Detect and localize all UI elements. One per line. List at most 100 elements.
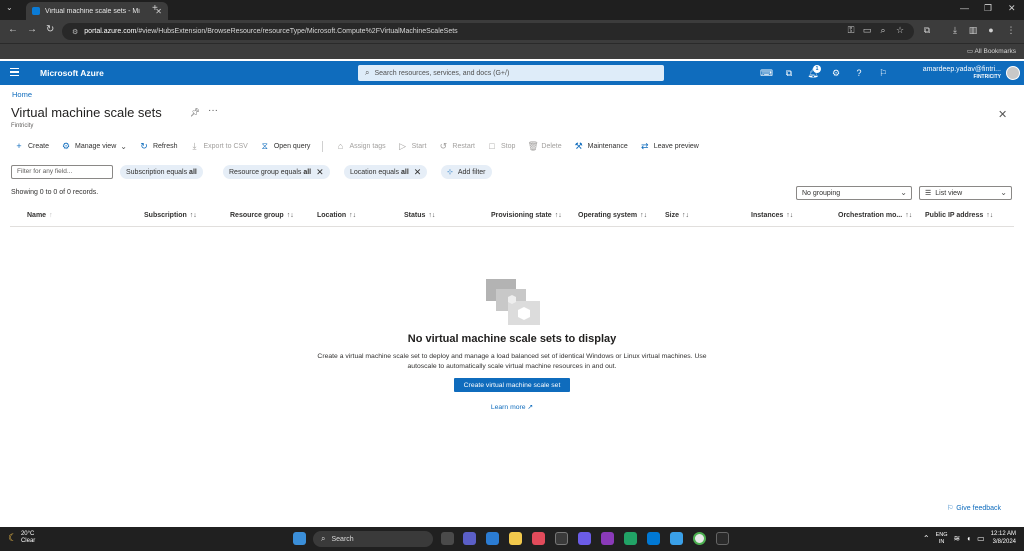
export-csv-button[interactable]: ⤓ Export to CSV [189, 141, 247, 152]
battery-icon[interactable]: ▭ [977, 534, 985, 543]
side-panel-icon[interactable]: ▥ [968, 25, 978, 35]
account-info[interactable]: amardeep.yadav@fintri... FINTRICITY [923, 66, 1001, 80]
pycharm-icon[interactable] [624, 532, 637, 545]
app-icon[interactable] [670, 532, 683, 545]
open-query-button[interactable]: ⧖ Open query [260, 141, 311, 152]
command-bar: + Create ⚙ Manage view ⌄ ↻ Refresh ⤓ Export t… [14, 140, 711, 152]
new-tab-icon[interactable]: + [152, 3, 158, 14]
weather-widget[interactable]: ☾ 20°C Clear [8, 531, 35, 545]
view-dropdown[interactable]: ☰ List view ⌄ [919, 186, 1012, 200]
all-bookmarks[interactable]: ▭ All Bookmarks [967, 47, 1016, 55]
more-options-icon[interactable]: ··· [208, 105, 218, 116]
column-header[interactable]: Location ↑↓ [317, 212, 356, 219]
breadcrumb-home[interactable]: Home [12, 90, 32, 99]
pin-icon[interactable]: 📌︎ [190, 108, 200, 117]
filter-pill-label: Subscription equals all [126, 168, 197, 176]
create-scale-set-button[interactable]: Create virtual machine scale set [454, 378, 570, 392]
grouping-dropdown[interactable]: No grouping ⌄ [796, 186, 912, 200]
app-icon[interactable] [532, 532, 545, 545]
filter-input[interactable]: Filter for any field... [11, 165, 113, 179]
column-header[interactable]: Operating system ↑↓ [578, 212, 647, 219]
assign-tags-button[interactable]: ⌂ Assign tags [335, 141, 386, 151]
teams-icon[interactable] [463, 532, 476, 545]
column-header[interactable]: Orchestration mo... ↑↓ [838, 212, 912, 219]
give-feedback-link[interactable]: ⚐ Give feedback [947, 504, 1001, 513]
chrome-icon[interactable] [693, 532, 706, 545]
profile-icon[interactable]: ● [986, 25, 996, 35]
outlook-icon[interactable] [486, 532, 499, 545]
reload-icon[interactable]: ↻ [46, 24, 54, 35]
restore-icon[interactable]: ❐ [984, 3, 992, 14]
password-key-icon[interactable]: ⚿ [846, 25, 856, 35]
extensions-icon[interactable]: ⧉ [922, 25, 932, 35]
column-header[interactable]: Name ↑ [27, 212, 53, 219]
column-header[interactable]: Resource group ↑↓ [230, 212, 294, 219]
minimize-icon[interactable]: — [960, 3, 969, 13]
app-icon[interactable] [578, 532, 591, 545]
feedback-icon[interactable]: ⚐ [877, 67, 889, 79]
refresh-button[interactable]: ↻ Refresh [139, 141, 177, 152]
filter-pill-resource-group[interactable]: Resource group equals all ✕ [223, 165, 330, 179]
help-icon[interactable]: ? [853, 67, 865, 79]
address-bar[interactable]: ⚙ portal.azure.com/#view/HubsExtension/B… [62, 23, 914, 40]
install-app-icon[interactable]: ▭ [862, 25, 872, 35]
feedback-icon: ⚐ [947, 505, 954, 512]
browser-toolbar: ← → ↻ ⚙ portal.azure.com/#view/HubsExten… [0, 20, 1024, 43]
wifi-icon[interactable]: ≋ [954, 534, 961, 543]
tag-icon: ⌂ [337, 141, 344, 151]
window-close-icon[interactable]: ✕ [1008, 3, 1016, 14]
sort-icon: ↑↓ [640, 212, 648, 219]
column-header[interactable]: Instances ↑↓ [751, 212, 793, 219]
terminal-icon[interactable] [716, 532, 729, 545]
stop-button[interactable]: □ Stop [487, 141, 515, 151]
filter-pill-location[interactable]: Location equals all ✕ [344, 165, 428, 179]
tab-title: Virtual machine scale sets - Mi [45, 7, 140, 15]
remove-filter-icon[interactable]: ✕ [316, 167, 324, 178]
windows-start-icon[interactable] [293, 532, 306, 545]
start-button[interactable]: ▷ Start [398, 141, 426, 152]
manage-view-button[interactable]: ⚙ Manage view ⌄ [61, 141, 127, 152]
create-button[interactable]: + Create [14, 141, 49, 151]
restart-button[interactable]: ↺ Restart [438, 141, 475, 152]
browser-menu-icon[interactable]: ⋮ [1006, 25, 1016, 35]
delete-button[interactable]: 🗑︎ Delete [527, 141, 561, 152]
volume-icon[interactable]: ◖ [966, 534, 971, 543]
zoom-icon[interactable]: ⌕ [878, 25, 888, 35]
column-header[interactable]: Public IP address ↑↓ [925, 212, 993, 219]
github-icon[interactable] [555, 532, 568, 545]
downloads-icon[interactable]: ⤓ [950, 25, 960, 35]
site-info-icon[interactable]: ⚙ [72, 28, 78, 36]
vscode-icon[interactable] [647, 532, 660, 545]
column-header[interactable]: Provisioning state ↑↓ [491, 212, 562, 219]
column-header[interactable]: Size ↑↓ [665, 212, 689, 219]
list-icon: ☰ [925, 190, 932, 197]
back-icon[interactable]: ← [8, 24, 18, 35]
forward-icon[interactable]: → [27, 24, 37, 35]
avatar[interactable] [1006, 66, 1020, 80]
maintenance-button[interactable]: ⚒ Maintenance [574, 141, 628, 152]
column-header[interactable]: Status ↑↓ [404, 212, 435, 219]
browser-tab[interactable]: Virtual machine scale sets - Mi ✕ [26, 2, 168, 20]
tab-list-icon[interactable]: ⌄ [6, 3, 13, 12]
global-search-input[interactable]: ⌕ Search resources, services, and docs (… [358, 65, 664, 81]
settings-gear-icon[interactable]: ⚙ [830, 67, 842, 79]
bookmark-star-icon[interactable]: ☆ [895, 25, 905, 35]
directory-filter-icon[interactable]: ⧉ [783, 67, 795, 79]
taskbar-search[interactable]: ⌕ Search [313, 531, 433, 547]
chevron-up-icon[interactable]: ⌃ [923, 534, 930, 543]
remove-filter-icon[interactable]: ✕ [414, 167, 422, 178]
brand-label[interactable]: Microsoft Azure [40, 68, 104, 78]
task-view-icon[interactable] [441, 532, 454, 545]
learn-more-link[interactable]: Learn more ↗ [0, 403, 1024, 411]
close-blade-icon[interactable]: ✕ [998, 108, 1007, 121]
jetbrains-icon[interactable] [601, 532, 614, 545]
add-filter-button[interactable]: ⊹ Add filter [441, 165, 492, 179]
portal-menu-icon[interactable] [10, 68, 19, 76]
filter-pill-subscription[interactable]: Subscription equals all [120, 165, 203, 179]
clock[interactable]: 12:12 AM 3/8/2024 [991, 531, 1016, 546]
language-indicator[interactable]: ENG IN [936, 532, 948, 546]
file-explorer-icon[interactable] [509, 532, 522, 545]
leave-preview-button[interactable]: ⇄ Leave preview [640, 141, 699, 152]
column-header[interactable]: Subscription ↑↓ [144, 212, 197, 219]
cloud-shell-icon[interactable]: ⌨ [760, 67, 773, 79]
